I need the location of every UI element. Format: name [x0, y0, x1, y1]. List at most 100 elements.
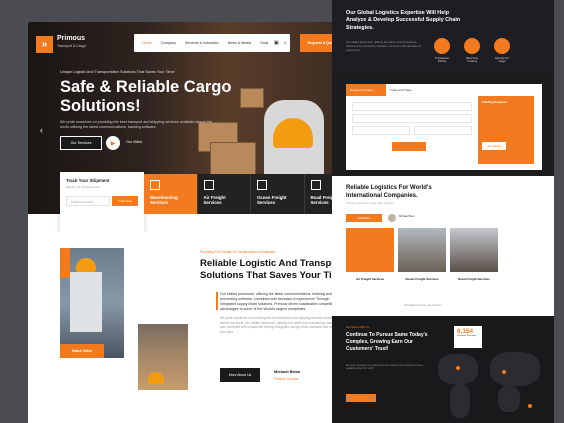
get-started-button[interactable]: Get Started	[482, 142, 506, 150]
service-label: Ocean Freight Services	[257, 195, 287, 206]
track-description: Results 1-5 of 8 Shipments	[66, 185, 100, 189]
orange-card: Fulfilling Requests Get Started	[478, 96, 534, 164]
tracking-icon	[464, 38, 480, 54]
form-tabs: Request A Quote Track And Trace	[346, 84, 542, 96]
warehouse-icon	[150, 180, 160, 190]
form-field[interactable]	[352, 102, 472, 111]
menu-bar: Home Company Services & Industries News …	[134, 34, 290, 52]
hero-subtitle: Unique Logistic And Transportation Solut…	[60, 70, 175, 74]
feature-item: Real-Time Tracking	[462, 38, 482, 64]
hero-title: Safe & Reliable Cargo Solutions!	[60, 78, 232, 115]
service-tile-air[interactable]: Air Freight Services	[197, 174, 251, 214]
feature-label: Transparent Pricing	[435, 57, 449, 64]
mockup-stage: » Primous Transport & Cargo Home Company…	[0, 0, 564, 423]
signature-role: Primous Founder	[274, 377, 299, 381]
menu-item-home[interactable]: Home	[142, 41, 152, 45]
our-services-button[interactable]: Our Services	[60, 136, 102, 150]
services-overview-title: Reliable Logistics For World's Internati…	[346, 185, 432, 199]
watch-video-button[interactable]: Watch Video	[60, 344, 104, 358]
form-field[interactable]	[414, 126, 472, 135]
service-card-label: Ocean Freight Services	[405, 277, 439, 281]
nav-icons: ▣ ⌕	[274, 40, 290, 46]
play-icon[interactable]: ▶	[106, 136, 120, 150]
road-freight-image	[450, 228, 498, 272]
expertise-section: Our Global Logistics Expertise Will Help…	[332, 0, 554, 70]
service-card-ocean[interactable]: Ocean Freight Services	[398, 228, 446, 296]
expertise-title: Our Global Logistics Expertise Will Help…	[346, 10, 461, 31]
helmet-icon	[76, 258, 96, 272]
form-field[interactable]	[352, 114, 472, 123]
continent-shape	[490, 352, 540, 386]
main-nav: » Primous Transport & Cargo Home Company…	[28, 30, 358, 58]
track-now-button[interactable]: Track Now	[112, 196, 138, 206]
trust-text: We pride ourselves on providing the best…	[346, 364, 424, 371]
service-cards: Air Freight Services Ocean Freight Servi…	[346, 228, 498, 296]
cargo-box	[210, 142, 256, 176]
tracking-number-input[interactable]: Tracking Number	[66, 196, 110, 206]
feature-label: Security For Cargo	[495, 57, 509, 64]
trust-tag: Get Started With Us	[346, 326, 370, 329]
location-pin-icon	[502, 370, 506, 374]
avatar-name: Michael Brian	[399, 215, 415, 218]
logo-icon[interactable]: »	[36, 36, 53, 53]
plane-icon	[203, 180, 214, 190]
trust-section: Get Started With Us Continue To Pursue S…	[332, 316, 554, 423]
continent-shape	[498, 386, 520, 412]
signature-name: Michael Brian	[274, 369, 301, 374]
feature-item: Security For Cargo	[492, 38, 512, 64]
service-label: Warehousing Services	[150, 195, 178, 206]
service-card-label: Air Freight Services	[355, 277, 385, 281]
more-about-us-button[interactable]: More About Us	[220, 368, 260, 382]
services-strip: Warehousing Services Air Freight Service…	[144, 174, 358, 214]
services-note: Our logistics services, get in touch!	[404, 304, 441, 307]
search-icon[interactable]: ⌕	[284, 40, 290, 46]
pricing-icon	[434, 38, 450, 54]
secondary-page-preview: Our Global Logistics Expertise Will Help…	[332, 0, 554, 423]
trust-button[interactable]	[346, 394, 376, 402]
feature-label: Real-Time Tracking	[466, 57, 478, 64]
service-label: Air Freight Services	[203, 195, 226, 206]
world-map	[432, 346, 554, 423]
menu-item-news[interactable]: News & Media	[228, 41, 251, 45]
service-card-label: Road Freight Services	[458, 277, 490, 281]
feature-item: Transparent Pricing	[432, 38, 452, 64]
quote-form: Request A Quote Track And Trace Fulfilli…	[346, 84, 542, 170]
prev-slide-icon[interactable]: ‹	[40, 125, 43, 135]
expertise-text: Our skilled personnel, utilising the lat…	[346, 40, 421, 52]
homepage-preview: » Primous Transport & Cargo Home Company…	[28, 22, 358, 423]
tab-track-trace[interactable]: Track And Trace	[386, 84, 426, 96]
avatar	[388, 214, 396, 222]
submit-button[interactable]	[392, 142, 426, 151]
air-freight-image	[346, 228, 394, 272]
location-pin-icon	[456, 366, 460, 370]
read-more-button[interactable]: Read More	[346, 214, 382, 222]
lead-accent-bar	[216, 292, 218, 310]
menu-item-tools[interactable]: Tools	[260, 41, 268, 45]
tab-request-quote[interactable]: Request A Quote	[346, 84, 386, 96]
stat-number: 6,154	[457, 328, 473, 335]
orange-card-title: Fulfilling Requests	[482, 100, 508, 104]
form-field[interactable]	[352, 126, 410, 135]
worker-body	[70, 272, 102, 332]
service-card-road[interactable]: Road Freight Services	[450, 228, 498, 296]
trust-title: Continue To Pursue Same Today's Complex,…	[346, 332, 428, 352]
stat-card: 6,154 Delivered Packages	[454, 326, 482, 348]
helmet-icon	[148, 372, 164, 384]
accent-bar	[60, 248, 70, 278]
service-tile-ocean[interactable]: Ocean Freight Services	[251, 174, 305, 214]
services-overview-text: Through integrated supply chain solution…	[346, 202, 395, 205]
track-title: Track Your Shipment	[66, 178, 110, 183]
brand-tagline: Transport & Cargo	[57, 44, 86, 48]
menu-item-services[interactable]: Services & Industries	[185, 41, 219, 45]
ocean-freight-image	[398, 228, 446, 272]
about-section: Watch Video Providing Full Range Of Tran…	[28, 232, 358, 423]
services-overview: Reliable Logistics For World's Internati…	[332, 176, 554, 316]
hero-description: We pride ourselves on providing the best…	[60, 120, 213, 129]
service-card-air[interactable]: Air Freight Services	[346, 228, 394, 296]
menu-item-company[interactable]: Company	[161, 41, 176, 45]
service-tile-warehousing[interactable]: Warehousing Services	[144, 174, 198, 214]
ship-icon	[257, 180, 267, 190]
brand-name[interactable]: Primous	[57, 35, 85, 42]
cart-icon[interactable]: ▣	[274, 40, 280, 46]
video-label[interactable]: Our Video	[126, 140, 142, 144]
